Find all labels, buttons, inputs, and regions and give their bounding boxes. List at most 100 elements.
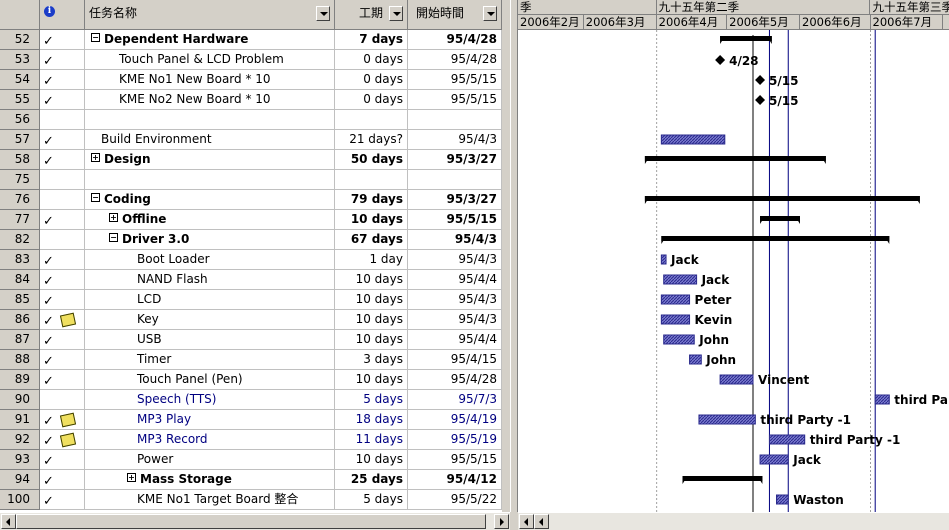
start-cell[interactable]: 95/4/3	[408, 130, 502, 150]
gantt-horizontal-scrollbar[interactable]	[518, 512, 949, 530]
task-name-cell[interactable]	[85, 170, 335, 190]
row-id[interactable]: 92	[0, 430, 40, 450]
summary-bar[interactable]	[720, 36, 772, 41]
duration-cell[interactable]: 10 days	[335, 210, 408, 230]
task-name-cell[interactable]: Touch Panel (Pen)	[85, 370, 335, 390]
start-cell[interactable]: 95/5/19	[408, 430, 502, 450]
duration-cell[interactable]: 79 days	[335, 190, 408, 210]
table-row[interactable]: 54 ✓ KME No1 New Board * 10 0 days 95/5/15	[0, 70, 510, 90]
table-horizontal-scrollbar[interactable]	[0, 512, 510, 530]
task-name-cell[interactable]: + Mass Storage	[85, 470, 335, 490]
task-bar[interactable]	[768, 434, 806, 445]
duration-cell[interactable]: 11 days	[335, 430, 408, 450]
row-id[interactable]: 91	[0, 410, 40, 430]
task-name-cell[interactable]: NAND Flash	[85, 270, 335, 290]
start-cell[interactable]: 95/4/19	[408, 410, 502, 430]
start-cell[interactable]: 95/4/28	[408, 50, 502, 70]
row-id[interactable]: 88	[0, 350, 40, 370]
table-row[interactable]: 58 ✓ + Design 50 days 95/3/27	[0, 150, 510, 170]
duration-cell[interactable]: 1 day	[335, 250, 408, 270]
task-name-cell[interactable]: USB	[85, 330, 335, 350]
table-row[interactable]: 56	[0, 110, 510, 130]
table-row[interactable]: 91 ✓ MP3 Play 18 days 95/4/19	[0, 410, 510, 430]
expand-icon[interactable]: +	[91, 153, 100, 162]
table-row[interactable]: 94 ✓ + Mass Storage 25 days 95/4/12	[0, 470, 510, 490]
row-id[interactable]: 56	[0, 110, 40, 130]
task-name-cell[interactable]: Boot Loader	[85, 250, 335, 270]
summary-bar[interactable]	[644, 196, 920, 201]
task-name-cell[interactable]: KME No1 New Board * 10	[85, 70, 335, 90]
table-row[interactable]: 85 ✓ LCD 10 days 95/4/3	[0, 290, 510, 310]
task-name-cell[interactable]: − Dependent Hardware	[85, 30, 335, 50]
row-id[interactable]: 89	[0, 370, 40, 390]
table-row[interactable]: 82− Driver 3.0 67 days 95/4/3	[0, 230, 510, 250]
row-header-corner[interactable]	[0, 0, 40, 30]
start-cell[interactable]: 95/4/3	[408, 230, 502, 250]
row-id[interactable]: 93	[0, 450, 40, 470]
task-bar[interactable]	[663, 334, 695, 345]
start-cell[interactable]	[408, 170, 502, 190]
duration-cell[interactable]: 7 days	[335, 30, 408, 50]
start-cell[interactable]: 95/5/15	[408, 210, 502, 230]
task-bar[interactable]	[719, 374, 754, 385]
start-cell[interactable]: 95/3/27	[408, 150, 502, 170]
duration-cell[interactable]: 5 days	[335, 490, 408, 510]
table-scroll-left-button[interactable]	[1, 514, 16, 529]
table-row[interactable]: 86 ✓ Key 10 days 95/4/3	[0, 310, 510, 330]
expand-icon[interactable]: +	[127, 473, 136, 482]
start-cell[interactable]: 95/4/28	[408, 370, 502, 390]
table-row[interactable]: 53 ✓ Touch Panel & LCD Problem 0 days 95/4/2…	[0, 50, 510, 70]
task-bar[interactable]	[698, 414, 756, 425]
indicators-column-header[interactable]: i	[40, 0, 85, 30]
summary-bar[interactable]	[682, 476, 763, 481]
table-row[interactable]: 92 ✓ MP3 Record 11 days 95/5/19	[0, 430, 510, 450]
duration-cell[interactable]: 50 days	[335, 150, 408, 170]
row-id[interactable]: 94	[0, 470, 40, 490]
task-name-filter-button[interactable]	[316, 6, 330, 21]
task-name-cell[interactable]: Power	[85, 450, 335, 470]
task-name-cell[interactable]: + Design	[85, 150, 335, 170]
duration-cell[interactable]: 18 days	[335, 410, 408, 430]
table-row[interactable]: 55 ✓ KME No2 New Board * 10 0 days 95/5/15	[0, 90, 510, 110]
row-id[interactable]: 100	[0, 490, 40, 510]
duration-cell[interactable]: 10 days	[335, 270, 408, 290]
start-cell[interactable]: 95/5/15	[408, 450, 502, 470]
start-filter-button[interactable]	[483, 6, 497, 21]
row-id[interactable]: 84	[0, 270, 40, 290]
note-icon[interactable]	[59, 412, 77, 428]
task-bar[interactable]	[660, 294, 691, 305]
row-id[interactable]: 90	[0, 390, 40, 410]
table-row[interactable]: 75	[0, 170, 510, 190]
task-bar[interactable]	[776, 494, 789, 505]
duration-cell[interactable]: 21 days?	[335, 130, 408, 150]
collapse-icon[interactable]: −	[109, 233, 118, 242]
row-id[interactable]: 52	[0, 30, 40, 50]
note-icon[interactable]	[59, 312, 77, 328]
task-bar[interactable]	[660, 254, 667, 265]
task-name-cell[interactable]: Timer	[85, 350, 335, 370]
task-name-cell[interactable]: − Driver 3.0	[85, 230, 335, 250]
task-name-cell[interactable]: MP3 Play	[85, 410, 335, 430]
table-scroll-thumb[interactable]	[16, 514, 486, 529]
task-name-cell[interactable]: Touch Panel & LCD Problem	[85, 50, 335, 70]
duration-cell[interactable]: 3 days	[335, 350, 408, 370]
milestone-diamond[interactable]	[755, 95, 766, 105]
task-name-cell[interactable]: Speech (TTS)	[85, 390, 335, 410]
start-column-header[interactable]: 開始時間	[408, 0, 502, 30]
duration-cell[interactable]	[335, 170, 408, 190]
start-cell[interactable]: 95/5/22	[408, 490, 502, 510]
duration-cell[interactable]: 10 days	[335, 450, 408, 470]
duration-cell[interactable]: 10 days	[335, 330, 408, 350]
duration-cell[interactable]: 0 days	[335, 90, 408, 110]
table-row[interactable]: 83 ✓ Boot Loader 1 day 95/4/3	[0, 250, 510, 270]
milestone-diamond[interactable]	[755, 75, 766, 85]
duration-cell[interactable]: 10 days	[335, 310, 408, 330]
table-row[interactable]: 77 ✓ + Offline 10 days 95/5/15	[0, 210, 510, 230]
start-cell[interactable]: 95/4/4	[408, 330, 502, 350]
table-row[interactable]: 100 ✓ KME No1 Target Board 整合 5 days 95/5/22	[0, 490, 510, 510]
duration-cell[interactable]: 10 days	[335, 290, 408, 310]
table-row[interactable]: 76− Coding 79 days 95/3/27	[0, 190, 510, 210]
task-bar[interactable]	[663, 274, 698, 285]
row-id[interactable]: 82	[0, 230, 40, 250]
task-name-cell[interactable]: Build Environment	[85, 130, 335, 150]
